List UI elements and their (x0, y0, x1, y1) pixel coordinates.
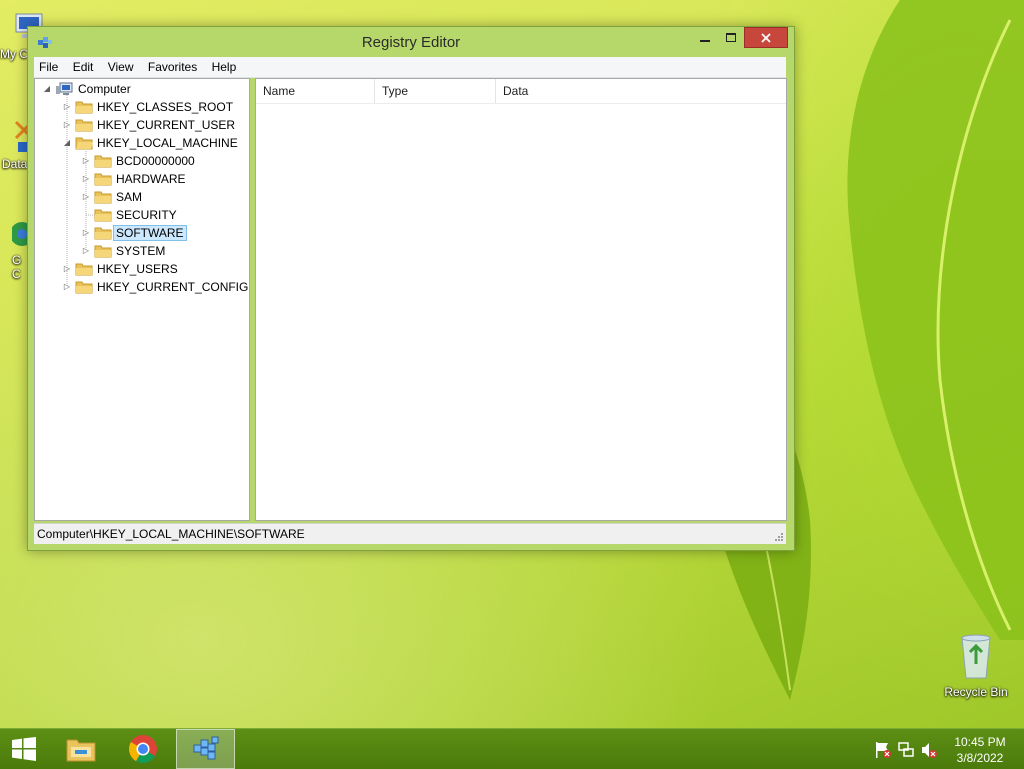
registry-tree-pane[interactable]: ◢ Computer ▷ HKEY_CLASSES_ROOT ▷ HKEY_CU… (34, 78, 250, 521)
tree-node-label: HKEY_CLASSES_ROOT (97, 100, 234, 114)
expand-arrow-icon[interactable]: ▷ (62, 260, 72, 278)
system-tray (868, 729, 940, 769)
chrome-icon (10, 222, 34, 246)
folder-open-icon (75, 137, 93, 150)
column-header-row: Name Type Data (256, 79, 786, 104)
folder-icon (94, 191, 112, 204)
title-bar[interactable]: Registry Editor (28, 27, 794, 57)
tree-node-security[interactable]: SECURITY (35, 206, 249, 224)
expand-arrow-icon[interactable]: ▷ (62, 116, 72, 134)
file-explorer-icon (66, 739, 96, 762)
desktop-icon-label: My C (0, 47, 28, 61)
status-path: Computer\HKEY_LOCAL_MACHINE\SOFTWARE (37, 527, 305, 541)
taskbar-registry-editor[interactable] (176, 729, 235, 769)
tree-node-sam[interactable]: ▷ SAM (35, 188, 249, 206)
folder-icon (75, 263, 93, 276)
resize-grip-icon[interactable] (774, 532, 784, 542)
menu-favorites[interactable]: Favorites (143, 57, 202, 74)
taskbar-clock[interactable]: 10:45 PM 3/8/2022 (940, 734, 1020, 766)
folder-icon (94, 227, 112, 240)
tree-node-label-selected: SOFTWARE (113, 225, 187, 241)
tree-node-bcd00000000[interactable]: ▷ BCD00000000 (35, 152, 249, 170)
tree-node-label: SAM (116, 190, 143, 204)
maximize-icon (726, 32, 736, 42)
folder-icon (75, 281, 93, 294)
desktop-icon-label: Recycle Bin (944, 685, 1008, 699)
collapse-arrow-icon[interactable]: ◢ (62, 134, 72, 152)
taskbar-chrome[interactable] (118, 729, 168, 769)
action-center-flag-icon[interactable] (874, 741, 892, 759)
tree-node-label: HKEY_USERS (97, 262, 178, 276)
collapse-arrow-icon[interactable]: ◢ (42, 80, 52, 98)
expand-arrow-icon[interactable]: ▷ (81, 170, 91, 188)
tree-node-label: BCD00000000 (116, 154, 195, 168)
tree-node-system[interactable]: ▷ SYSTEM (35, 242, 249, 260)
folder-icon (94, 173, 112, 186)
window-title: Registry Editor (361, 34, 461, 51)
expand-arrow-icon[interactable]: ▷ (62, 278, 72, 296)
status-bar: Computer\HKEY_LOCAL_MACHINE\SOFTWARE (34, 523, 786, 544)
tree-node-label: HKEY_CURRENT_USER (97, 118, 236, 132)
menu-edit[interactable]: Edit (68, 57, 99, 74)
registry-editor-window: Registry Editor File Edit View Favorites… (27, 26, 795, 551)
folder-icon (94, 209, 112, 222)
tree-node-label: HKEY_LOCAL_MACHINE (97, 136, 238, 150)
expand-arrow-icon[interactable]: ▷ (81, 224, 91, 242)
computer-icon (56, 82, 73, 95)
menu-view[interactable]: View (103, 57, 139, 74)
registry-values-pane[interactable]: Name Type Data (255, 78, 787, 521)
menu-bar: File Edit View Favorites Help (34, 57, 786, 78)
tree-node-hkey-current-config[interactable]: ▷ HKEY_CURRENT_CONFIG (35, 278, 249, 296)
close-button[interactable] (744, 27, 788, 48)
chrome-icon (129, 735, 157, 763)
tree-node-hkey-local-machine[interactable]: ◢ HKEY_LOCAL_MACHINE (35, 134, 249, 152)
tree-node-label: SYSTEM (116, 244, 166, 258)
tree-node-software[interactable]: ▷ SOFTWARE (35, 224, 249, 242)
minimize-button[interactable] (692, 27, 718, 48)
volume-muted-icon[interactable] (920, 741, 938, 759)
tree-node-label: HKEY_CURRENT_CONFIG (97, 280, 249, 294)
close-icon (761, 32, 771, 43)
column-header-type[interactable]: Type (375, 79, 496, 103)
folder-icon (75, 101, 93, 114)
tree-node-label: Computer (78, 82, 131, 96)
menu-help[interactable]: Help (207, 57, 242, 74)
tree-node-hardware[interactable]: ▷ HARDWARE (35, 170, 249, 188)
menu-file[interactable]: File (34, 57, 63, 74)
tree-node-hkey-users[interactable]: ▷ HKEY_USERS (35, 260, 249, 278)
expand-arrow-icon[interactable]: ▷ (62, 98, 72, 116)
tree-node-hkey-classes-root[interactable]: ▷ HKEY_CLASSES_ROOT (35, 98, 249, 116)
desktop-icon-recycle-bin[interactable]: Recycle Bin (936, 630, 1016, 699)
folder-icon (94, 155, 112, 168)
start-button[interactable] (0, 729, 48, 769)
tree-node-label: HARDWARE (116, 172, 186, 186)
tree-node-computer[interactable]: ◢ Computer (35, 80, 249, 98)
minimize-icon (700, 39, 710, 42)
network-icon[interactable] (897, 741, 915, 759)
clock-time: 10:45 PM (954, 735, 1006, 749)
registry-editor-icon (193, 736, 218, 760)
expand-arrow-icon[interactable]: ▷ (81, 188, 91, 206)
column-header-name[interactable]: Name (256, 79, 375, 103)
column-header-data[interactable]: Data (496, 79, 785, 103)
expand-arrow-icon[interactable]: ▷ (81, 242, 91, 260)
folder-icon (75, 119, 93, 132)
clock-date: 3/8/2022 (956, 751, 1004, 765)
start-icon (12, 737, 36, 761)
tree-node-hkey-current-user[interactable]: ▷ HKEY_CURRENT_USER (35, 116, 249, 134)
tree-node-label: SECURITY (116, 208, 177, 222)
taskbar-file-explorer[interactable] (56, 729, 106, 769)
expand-arrow-icon[interactable]: ▷ (81, 152, 91, 170)
taskbar: 10:45 PM 3/8/2022 (0, 728, 1024, 769)
folder-icon (94, 245, 112, 258)
recycle-bin-icon (961, 634, 991, 679)
maximize-button[interactable] (718, 27, 744, 48)
